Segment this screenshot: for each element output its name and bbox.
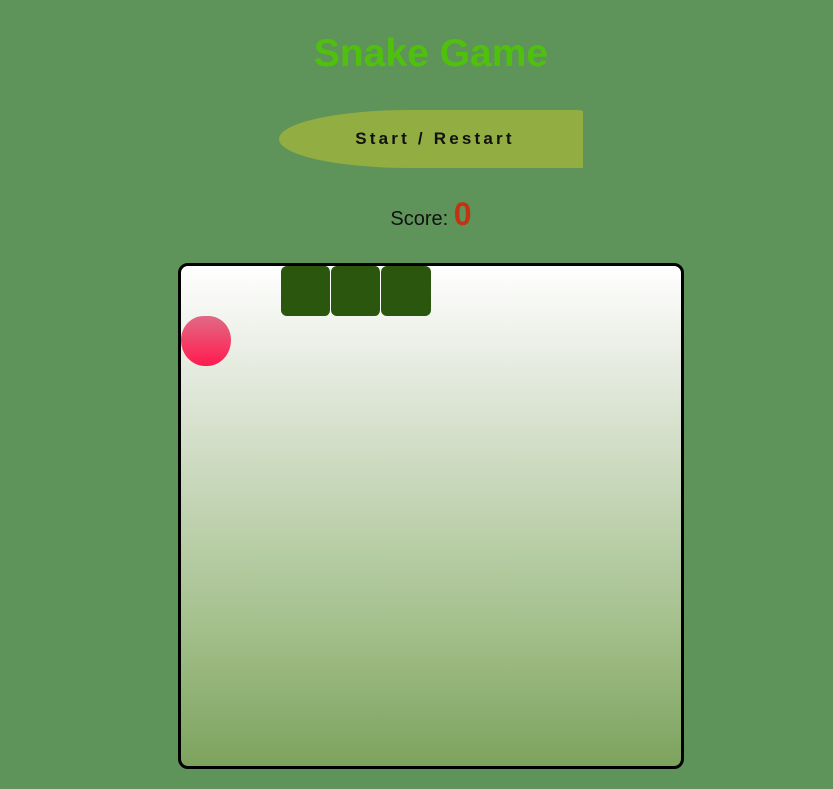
snake-segment	[381, 266, 431, 316]
page-title: Snake Game	[313, 32, 549, 75]
score-value: 0	[453, 196, 472, 232]
food-apple	[181, 316, 231, 366]
start-restart-label: Start / Restart	[355, 129, 515, 148]
snake-segment	[281, 266, 331, 316]
score-display: Score: 0	[0, 196, 833, 237]
score-label: Score:	[390, 208, 449, 230]
start-restart-button[interactable]: Start / Restart	[279, 110, 583, 168]
snake-segment	[331, 266, 381, 316]
game-board[interactable]	[178, 263, 684, 769]
